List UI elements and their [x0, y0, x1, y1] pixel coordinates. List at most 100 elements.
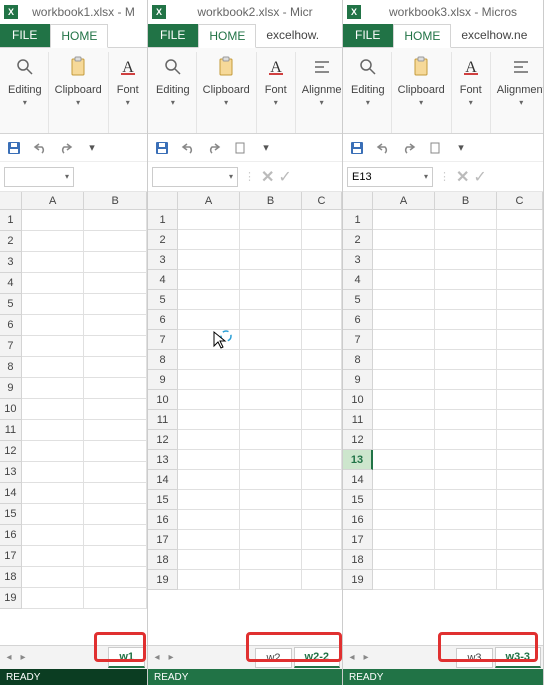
cell[interactable] [373, 550, 435, 570]
row-header[interactable]: 7 [343, 330, 373, 350]
customize-qat-icon[interactable]: ▾ [84, 140, 100, 156]
cell[interactable] [240, 390, 302, 410]
sheet-tab[interactable]: w2-2 [294, 647, 340, 668]
group-alignment[interactable]: Alignment▾ [491, 52, 544, 133]
row-header[interactable]: 2 [0, 231, 22, 252]
cell[interactable] [373, 230, 435, 250]
tab-file[interactable]: FILE [0, 24, 50, 47]
cell[interactable] [497, 550, 543, 570]
row-header[interactable]: 17 [0, 546, 22, 567]
undo-icon[interactable] [32, 140, 48, 156]
sheet-nav-prev[interactable]: ◂ [2, 652, 16, 663]
cell[interactable] [84, 231, 147, 252]
group-editing[interactable]: Editing▾ [150, 52, 197, 133]
cell[interactable] [435, 230, 497, 250]
cell[interactable] [435, 310, 497, 330]
col-header[interactable]: B [435, 192, 497, 210]
row-header[interactable]: 13 [0, 462, 22, 483]
row-header[interactable]: 11 [148, 410, 178, 430]
cell[interactable] [435, 330, 497, 350]
cell[interactable] [22, 420, 85, 441]
cell[interactable] [373, 210, 435, 230]
cell[interactable] [373, 570, 435, 590]
tab-file[interactable]: FILE [148, 24, 198, 47]
row-header[interactable]: 13 [148, 450, 178, 470]
cell[interactable] [84, 357, 147, 378]
cell[interactable] [84, 336, 147, 357]
cell[interactable] [240, 570, 302, 590]
cell[interactable] [84, 420, 147, 441]
worksheet-grid[interactable]: A B 12345678910111213141516171819 [0, 192, 147, 645]
cell[interactable] [302, 450, 342, 470]
cell[interactable] [373, 530, 435, 550]
row-header[interactable]: 4 [343, 270, 373, 290]
cell[interactable] [497, 530, 543, 550]
cell[interactable] [302, 230, 342, 250]
cell[interactable] [84, 504, 147, 525]
cell[interactable] [22, 357, 85, 378]
cell[interactable] [84, 378, 147, 399]
worksheet-grid[interactable]: A B C 12345678910111213141516171819 [343, 192, 543, 645]
group-clipboard[interactable]: Clipboard▾ [392, 52, 452, 133]
row-header[interactable]: 15 [148, 490, 178, 510]
cell[interactable] [435, 450, 497, 470]
cell[interactable] [178, 510, 240, 530]
new-file-icon[interactable] [232, 140, 248, 156]
row-header[interactable]: 4 [148, 270, 178, 290]
row-header[interactable]: 16 [0, 525, 22, 546]
cell[interactable] [240, 250, 302, 270]
row-header[interactable]: 9 [0, 378, 22, 399]
cell[interactable] [84, 441, 147, 462]
cell[interactable] [84, 525, 147, 546]
cell[interactable] [178, 290, 240, 310]
cell[interactable] [497, 350, 543, 370]
cell[interactable] [240, 510, 302, 530]
cell[interactable] [84, 294, 147, 315]
cell[interactable] [302, 290, 342, 310]
row-header[interactable]: 8 [0, 357, 22, 378]
row-header[interactable]: 13 [343, 450, 373, 470]
row-header[interactable]: 7 [148, 330, 178, 350]
cell[interactable] [302, 370, 342, 390]
cell[interactable] [178, 330, 240, 350]
group-clipboard[interactable]: Clipboard ▾ [49, 52, 109, 133]
sheet-tab[interactable]: w2 [255, 648, 291, 668]
group-editing[interactable]: Editing▾ [345, 52, 392, 133]
row-header[interactable]: 9 [343, 370, 373, 390]
row-header[interactable]: 14 [343, 470, 373, 490]
sheet-tab[interactable]: w1 [108, 647, 145, 668]
row-header[interactable]: 6 [343, 310, 373, 330]
row-header[interactable]: 17 [148, 530, 178, 550]
confirm-icon[interactable]: ✓ [278, 167, 291, 187]
cell[interactable] [302, 310, 342, 330]
group-alignment[interactable]: Alignme▾ [296, 52, 343, 133]
col-header[interactable]: A [178, 192, 240, 210]
cell[interactable] [302, 470, 342, 490]
cell[interactable] [240, 430, 302, 450]
col-header[interactable]: B [84, 192, 147, 210]
cell[interactable] [497, 570, 543, 590]
col-header[interactable]: A [22, 192, 85, 210]
cell[interactable] [178, 490, 240, 510]
select-all-corner[interactable] [148, 192, 178, 210]
sheet-nav-next[interactable]: ▸ [359, 652, 373, 663]
cell[interactable] [373, 270, 435, 290]
cell[interactable] [497, 390, 543, 410]
row-header[interactable]: 1 [343, 210, 373, 230]
cell[interactable] [435, 430, 497, 450]
row-header[interactable]: 18 [148, 550, 178, 570]
cell[interactable] [302, 430, 342, 450]
cell[interactable] [435, 350, 497, 370]
cell[interactable] [302, 550, 342, 570]
row-header[interactable]: 10 [148, 390, 178, 410]
cell[interactable] [373, 290, 435, 310]
row-header[interactable]: 3 [148, 250, 178, 270]
cell[interactable] [84, 315, 147, 336]
cell[interactable] [240, 530, 302, 550]
row-header[interactable]: 10 [343, 390, 373, 410]
cell[interactable] [240, 470, 302, 490]
cell[interactable] [497, 510, 543, 530]
cell[interactable] [240, 310, 302, 330]
save-icon[interactable] [6, 140, 22, 156]
worksheet-grid[interactable]: A B C 12345678910111213141516171819 [148, 192, 342, 645]
